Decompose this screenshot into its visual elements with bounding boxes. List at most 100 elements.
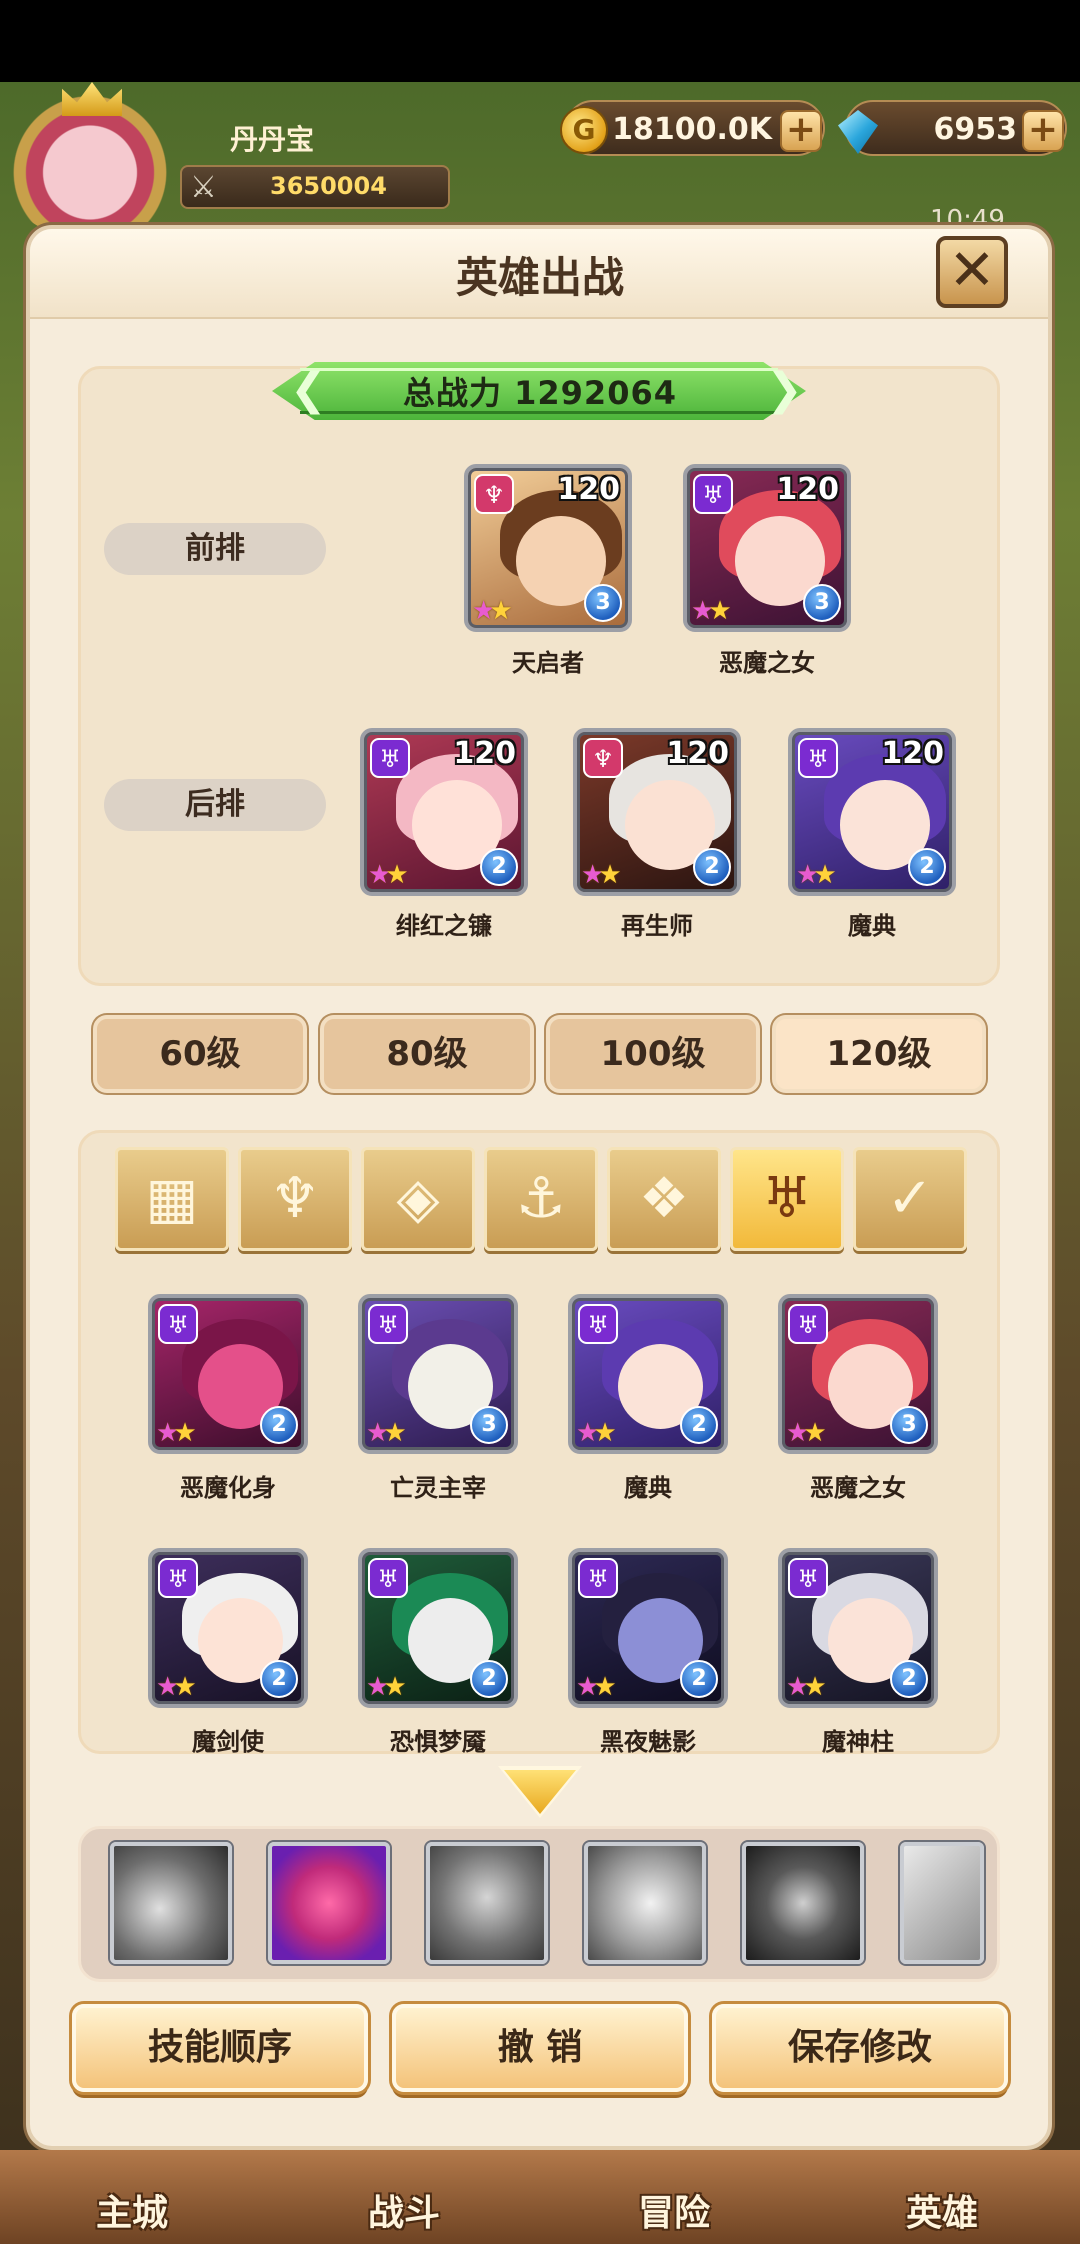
faction-demon-icon: ♅ bbox=[578, 1558, 618, 1598]
skill-slot-2[interactable] bbox=[268, 1842, 390, 1964]
roster-hero-card[interactable]: ♅ ★★ 2 bbox=[778, 1548, 938, 1708]
grade-badge: 2 bbox=[260, 1406, 298, 1444]
crossed-swords-icon: ⚔ bbox=[190, 170, 217, 205]
faction-demon-icon: ♅ bbox=[788, 1558, 828, 1598]
add-gold-button[interactable]: + bbox=[780, 110, 822, 152]
total-power-label: 总战力 1292064 bbox=[402, 374, 677, 412]
hero-name: 恶魔之女 bbox=[719, 649, 815, 677]
grade-badge: 2 bbox=[480, 848, 518, 886]
front-hero-card-1[interactable]: ♆ 120 ★★ 3 bbox=[464, 464, 632, 632]
front-hero-card-2[interactable]: ♅ 120 ★★ 3 bbox=[683, 464, 851, 632]
grade-badge: 2 bbox=[260, 1660, 298, 1698]
grade-badge: 3 bbox=[890, 1406, 928, 1444]
undo-button[interactable]: 撤 销 bbox=[392, 2004, 688, 2092]
skill-slot-3[interactable] bbox=[426, 1842, 548, 1964]
roster-hero-card[interactable]: ♅ ★★ 2 bbox=[148, 1548, 308, 1708]
roster-hero-card[interactable]: ♅ ★★ 2 bbox=[568, 1294, 728, 1454]
faction-demon-icon: ♅ bbox=[368, 1304, 408, 1344]
add-gems-button[interactable]: + bbox=[1022, 110, 1064, 152]
faction-demon-icon: ♅ bbox=[798, 738, 838, 778]
faction-demon-icon: ♅ bbox=[158, 1304, 198, 1344]
star-rating: ★★ bbox=[576, 1672, 617, 1702]
panel-title: 英雄出战 bbox=[455, 253, 624, 302]
filter-light-button[interactable]: ✓ bbox=[853, 1147, 967, 1251]
status-bar bbox=[0, 0, 1080, 82]
skill-slot-1[interactable] bbox=[110, 1842, 232, 1964]
hero-name: 恶魔之女 bbox=[810, 1474, 906, 1502]
save-changes-button[interactable]: 保存修改 bbox=[712, 2004, 1008, 2092]
faction-pink-icon: ♆ bbox=[474, 474, 514, 514]
faction-demon-icon: ♅ bbox=[370, 738, 410, 778]
faction-demon-icon: ♅ bbox=[788, 1304, 828, 1344]
gem-value: 6953 bbox=[933, 112, 1018, 147]
skill-order-button[interactable]: 技能顺序 bbox=[72, 2004, 368, 2092]
tab-level-80[interactable]: 80级 bbox=[320, 1015, 534, 1093]
faction-demon-icon: ♅ bbox=[158, 1558, 198, 1598]
hero-name: 魔剑使 bbox=[192, 1728, 264, 1756]
diamond-icon: ◈ bbox=[396, 1166, 440, 1231]
combat-power-value: 3650004 bbox=[270, 172, 387, 200]
nav-adventure[interactable]: 冒险 bbox=[638, 2184, 710, 2236]
star-rating: ★★ bbox=[472, 596, 513, 626]
tab-level-60[interactable]: 60级 bbox=[93, 1015, 307, 1093]
hero-name: 魔典 bbox=[848, 912, 896, 940]
grade-badge: 2 bbox=[693, 848, 731, 886]
filter-ocean-button[interactable]: ⚓ bbox=[484, 1147, 598, 1251]
star-rating: ★★ bbox=[366, 1418, 407, 1448]
hero-level: 120 bbox=[776, 472, 839, 507]
hero-name: 黑夜魅影 bbox=[600, 1728, 696, 1756]
star-rating: ★★ bbox=[156, 1672, 197, 1702]
star-rating: ★★ bbox=[156, 1418, 197, 1448]
hero-name: 魔典 bbox=[624, 1474, 672, 1502]
faction-demon-icon: ♅ bbox=[368, 1558, 408, 1598]
hero-level: 120 bbox=[557, 472, 620, 507]
nav-battle[interactable]: 战斗 bbox=[368, 2184, 440, 2236]
demon-horn-icon: ♅ bbox=[761, 1166, 813, 1231]
grade-badge: 3 bbox=[584, 584, 622, 622]
back-hero-card-3[interactable]: ♅ 120 ★★ 2 bbox=[788, 728, 956, 896]
hero-name: 再生师 bbox=[621, 912, 693, 940]
leaf-icon: ♆ bbox=[269, 1166, 321, 1231]
faction-demon-icon: ♅ bbox=[578, 1304, 618, 1344]
back-hero-card-1[interactable]: ♅ 120 ★★ 2 bbox=[360, 728, 528, 896]
hero-name: 恶魔化身 bbox=[180, 1474, 276, 1502]
hero-level: 120 bbox=[666, 736, 729, 771]
skill-slot-5[interactable] bbox=[742, 1842, 864, 1964]
tab-level-120[interactable]: 120级 bbox=[772, 1015, 986, 1093]
faction-demon-icon: ♅ bbox=[693, 474, 733, 514]
grade-badge: 3 bbox=[470, 1406, 508, 1444]
grid-icon: ▦ bbox=[145, 1166, 199, 1231]
roster-hero-card[interactable]: ♅ ★★ 3 bbox=[358, 1294, 518, 1454]
hero-level: 120 bbox=[453, 736, 516, 771]
star-rating: ★★ bbox=[796, 860, 837, 890]
star-rating: ★★ bbox=[366, 1672, 407, 1702]
filter-beast-button[interactable]: ❖ bbox=[607, 1147, 721, 1251]
filter-all-button[interactable]: ▦ bbox=[115, 1147, 229, 1251]
skill-slot-4[interactable] bbox=[584, 1842, 706, 1964]
filter-nature-button[interactable]: ♆ bbox=[238, 1147, 352, 1251]
roster-hero-card[interactable]: ♅ ★★ 3 bbox=[778, 1294, 938, 1454]
front-row-label: 前排 bbox=[104, 523, 326, 575]
roster-hero-card[interactable]: ♅ ★★ 2 bbox=[358, 1548, 518, 1708]
skill-slot-6[interactable] bbox=[900, 1842, 984, 1964]
close-button[interactable]: ✕ bbox=[936, 236, 1008, 308]
filter-order-button[interactable]: ◈ bbox=[361, 1147, 475, 1251]
player-name: 丹丹宝 bbox=[230, 123, 315, 156]
star-rating: ★★ bbox=[368, 860, 409, 890]
star-rating: ★★ bbox=[581, 860, 622, 890]
grade-badge: 3 bbox=[803, 584, 841, 622]
roster-hero-card[interactable]: ♅ ★★ 2 bbox=[568, 1548, 728, 1708]
roster-hero-card[interactable]: ♅ ★★ 2 bbox=[148, 1294, 308, 1454]
filter-demon-button[interactable]: ♅ bbox=[730, 1147, 844, 1251]
hero-level: 120 bbox=[881, 736, 944, 771]
nav-hero[interactable]: 英雄 bbox=[906, 2184, 978, 2236]
grade-badge: 2 bbox=[680, 1660, 718, 1698]
grade-badge: 2 bbox=[470, 1660, 508, 1698]
beast-icon: ❖ bbox=[638, 1166, 690, 1231]
back-hero-card-2[interactable]: ♆ 120 ★★ 2 bbox=[573, 728, 741, 896]
star-rating: ★★ bbox=[786, 1672, 827, 1702]
tab-level-100[interactable]: 100级 bbox=[546, 1015, 760, 1093]
grade-badge: 2 bbox=[680, 1406, 718, 1444]
nav-city[interactable]: 主城 bbox=[96, 2184, 168, 2236]
star-rating: ★★ bbox=[786, 1418, 827, 1448]
